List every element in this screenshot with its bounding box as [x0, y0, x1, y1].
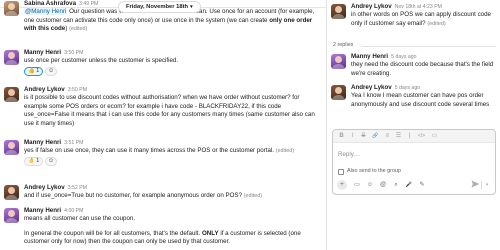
- avatar[interactable]: [331, 85, 346, 100]
- author-name[interactable]: Manny Henri: [351, 53, 388, 60]
- microphone-icon[interactable]: 🎤: [404, 180, 414, 190]
- message-text-2: In general the coupon will be for all cu…: [24, 229, 202, 237]
- code-block-icon[interactable]: ▭: [430, 132, 439, 141]
- date-divider-pill[interactable]: Friday, November 18th ▾: [118, 1, 201, 13]
- chevron-down-icon: ▾: [190, 4, 193, 10]
- author-name[interactable]: Sabina Ashrafova: [24, 0, 76, 7]
- also-send-label[interactable]: Also send to the group: [347, 168, 401, 175]
- timestamp[interactable]: 3:50 PM: [64, 50, 83, 56]
- avatar[interactable]: [4, 1, 19, 16]
- mention-icon[interactable]: @: [378, 180, 388, 190]
- plus-icon[interactable]: +: [337, 180, 347, 190]
- message-item: Andrey Lykov 3:50 PM is it possible to us…: [4, 86, 322, 128]
- bulleted-list-icon[interactable]: ☰: [394, 132, 403, 141]
- send-arrow-icon: [471, 180, 479, 188]
- shortcuts-icon[interactable]: ✎: [417, 180, 427, 190]
- edited-label: (edited): [243, 193, 263, 200]
- thread-reply: Andrey Lykov 5 days ago Yea I know I mean…: [331, 84, 496, 109]
- author-name[interactable]: Manny Henri: [24, 49, 61, 56]
- add-reaction-button[interactable]: ☺: [45, 66, 58, 76]
- message-text: they need the discount code because that…: [351, 61, 494, 77]
- reaction-count: 1: [36, 157, 40, 164]
- ok-hand-icon: 👌: [28, 157, 35, 164]
- message-text: Yea I know I mean customer can have pos …: [351, 92, 490, 108]
- message-item: Manny Henri 4:00 PM means all customer ca…: [4, 207, 322, 247]
- reply-composer: B I S 🔗 ≡ ☰ ❘ </> ▭ Also send to the gro…: [332, 129, 496, 195]
- timestamp[interactable]: 3:51 PM: [64, 140, 83, 146]
- blockquote-icon[interactable]: ❘: [405, 132, 414, 141]
- timestamp[interactable]: Nov 18th at 4:23 PM: [395, 4, 442, 10]
- send-options-chevron-icon[interactable]: ▾: [483, 180, 491, 190]
- thumbs-up-icon: 👍: [28, 67, 35, 74]
- add-emoji-icon: ☺: [48, 67, 55, 75]
- composer-actions: + ▭ ☺ @ ⌕ 🎤 ✎ ▾: [337, 178, 491, 192]
- avatar[interactable]: [4, 140, 19, 155]
- user-mention[interactable]: @Manny Henri: [24, 8, 68, 16]
- italic-icon[interactable]: I: [348, 132, 357, 141]
- message-bold-text: ONLY: [201, 229, 219, 237]
- thread-pane: Andrey Lykov Nov 18th at 4:23 PM in other…: [327, 0, 500, 250]
- avatar[interactable]: [4, 208, 19, 223]
- thread-parent-message: Andrey Lykov Nov 18th at 4:23 PM in other…: [331, 3, 496, 28]
- replies-divider: 2 replies: [333, 42, 496, 50]
- timestamp[interactable]: 3:52 PM: [68, 185, 87, 191]
- message-text-end: ): [65, 25, 68, 33]
- edited-label: (edited): [275, 148, 295, 155]
- author-name[interactable]: Manny Henri: [24, 207, 61, 214]
- avatar[interactable]: [4, 50, 19, 65]
- reaction-ok-hand[interactable]: 👌 1: [24, 156, 44, 166]
- also-send-row[interactable]: Also send to the group: [338, 168, 401, 176]
- channel-pane: Friday, November 18th ▾ Sabina Ashrafova 3…: [0, 0, 326, 250]
- edited-label: (edited): [427, 20, 446, 27]
- ordered-list-icon[interactable]: ≡: [383, 132, 392, 141]
- author-name[interactable]: Andrey Lykov: [351, 84, 392, 91]
- avatar[interactable]: [4, 185, 19, 200]
- send-icon[interactable]: [469, 180, 481, 190]
- message-item: Manny Henri 3:51 PM yes if false on use o…: [4, 139, 322, 166]
- code-icon[interactable]: </>: [415, 132, 428, 141]
- link-icon[interactable]: 🔗: [371, 132, 380, 141]
- date-label: Friday, November 18th: [126, 4, 189, 10]
- emoji-icon[interactable]: ☺: [365, 180, 375, 190]
- author-name[interactable]: Manny Henri: [24, 139, 61, 146]
- video-icon[interactable]: ▭: [352, 180, 362, 190]
- author-name[interactable]: Andrey Lykov: [351, 3, 392, 10]
- avatar[interactable]: [331, 54, 346, 69]
- add-reaction-button[interactable]: ☺: [45, 156, 58, 166]
- timestamp[interactable]: 3:50 PM: [68, 87, 87, 93]
- author-name[interactable]: Andrey Lykov: [24, 184, 65, 191]
- timestamp[interactable]: 5 days ago: [395, 85, 420, 91]
- message-item: Andrey Lykov 3:52 PM and if use_once=True…: [4, 184, 322, 201]
- replies-count: 2 replies: [333, 42, 354, 48]
- avatar[interactable]: [331, 4, 346, 19]
- edited-label: (edited): [69, 26, 88, 33]
- strikethrough-icon[interactable]: S: [359, 132, 368, 141]
- timestamp[interactable]: 3:49 PM: [79, 1, 98, 7]
- message-text: and if use_once=True but no customer, fo…: [24, 192, 243, 200]
- reaction-thumbs-up[interactable]: 👍 1: [24, 66, 44, 76]
- reaction-count: 1: [36, 67, 40, 74]
- add-emoji-icon: ☺: [48, 157, 55, 165]
- also-send-checkbox[interactable]: [338, 169, 344, 175]
- message-text: use once per customer unless the custome…: [24, 57, 179, 65]
- format-toolbar: B I S 🔗 ≡ ☰ ❘ </> ▭: [333, 130, 495, 143]
- search-icon[interactable]: ⌕: [391, 180, 401, 190]
- bold-icon[interactable]: B: [337, 132, 346, 141]
- timestamp[interactable]: 5 days ago: [391, 54, 416, 60]
- message-text: yes if false on use once, they can use i…: [24, 147, 275, 155]
- message-text: is it possible to use discount codes wit…: [24, 94, 315, 127]
- message-text: in other words on POS we can apply disco…: [351, 11, 491, 27]
- message-text: means all customer can use the coupon.: [24, 215, 136, 223]
- send-separator: [481, 181, 482, 189]
- replies-line: [361, 46, 496, 47]
- thread-reply: Manny Henri 5 days ago they need the disc…: [331, 53, 496, 78]
- reply-input[interactable]: [338, 149, 490, 159]
- avatar[interactable]: [4, 87, 19, 102]
- timestamp[interactable]: 4:00 PM: [64, 208, 83, 214]
- message-item: Manny Henri 3:50 PM use once per customer…: [4, 49, 322, 76]
- author-name[interactable]: Andrey Lykov: [24, 86, 65, 93]
